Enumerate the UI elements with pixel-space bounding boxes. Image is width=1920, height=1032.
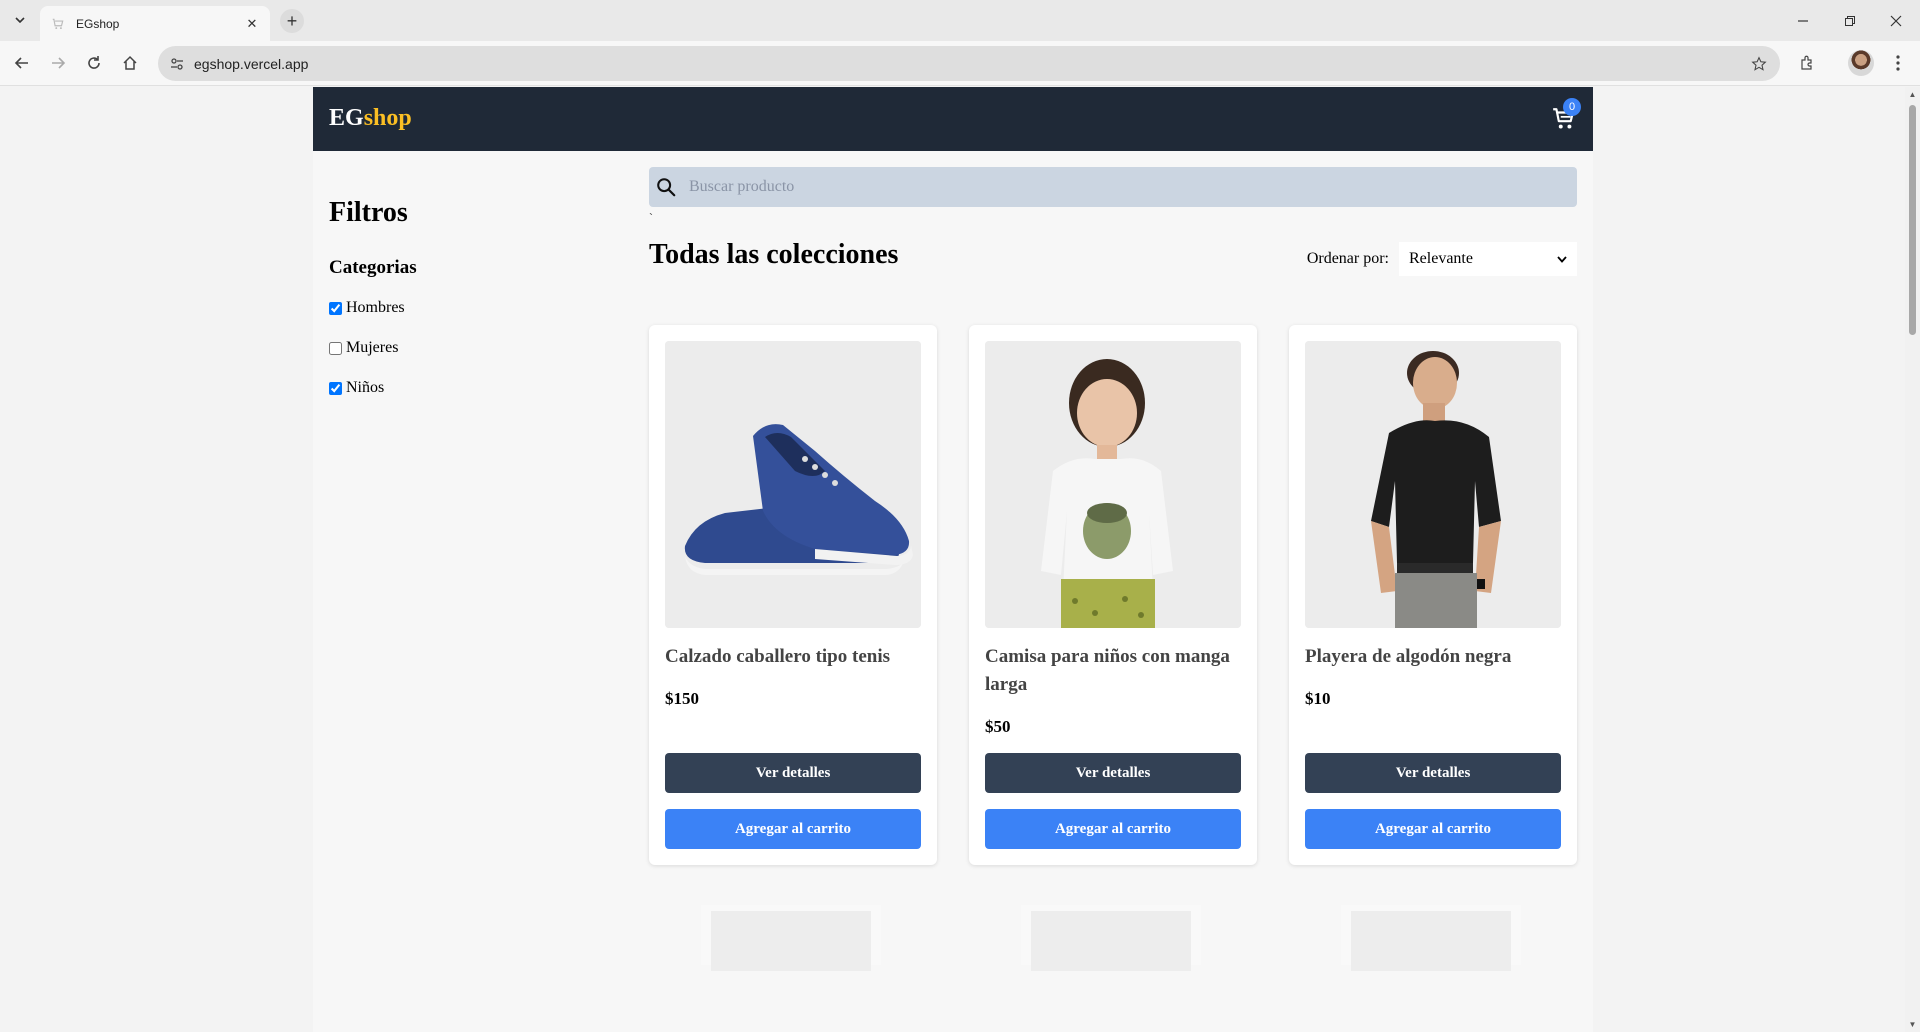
product-card: Camisa para niños con manga larga $50 Ve… bbox=[969, 325, 1257, 865]
site-container: EGshop 0 Filtros Categorias Hombres Muje… bbox=[313, 87, 1593, 1032]
categories-title: Categorias bbox=[329, 257, 417, 278]
reload-icon[interactable] bbox=[80, 49, 108, 77]
page-viewport: EGshop 0 Filtros Categorias Hombres Muje… bbox=[0, 87, 1905, 1032]
scroll-up-icon[interactable]: ▲ bbox=[1908, 90, 1917, 99]
product-card: Calzado caballero tipo tenis $150 Ver de… bbox=[649, 325, 937, 865]
site-header: EGshop 0 bbox=[313, 87, 1593, 151]
product-image-faded bbox=[1351, 911, 1511, 971]
close-window-icon[interactable] bbox=[1883, 8, 1909, 34]
filters-panel: Filtros Categorias Hombres Mujeres Niños bbox=[329, 197, 629, 401]
address-bar[interactable]: egshop.vercel.app bbox=[158, 46, 1780, 81]
home-icon[interactable] bbox=[116, 49, 144, 77]
product-image-sneakers[interactable] bbox=[665, 341, 921, 628]
product-price: $10 bbox=[1305, 689, 1331, 708]
product-card-faded bbox=[1341, 905, 1521, 971]
new-tab-button[interactable]: + bbox=[280, 9, 304, 33]
category-filter-mujeres[interactable]: Mujeres bbox=[329, 335, 629, 361]
browser-tab-bar: EGshop ✕ + bbox=[0, 0, 1920, 41]
product-price: $50 bbox=[985, 717, 1011, 736]
url-text: egshop.vercel.app bbox=[194, 55, 309, 72]
chevron-down-icon bbox=[1557, 250, 1567, 268]
product-card-faded bbox=[1021, 905, 1201, 971]
filters-title: Filtros bbox=[329, 197, 408, 228]
menu-dots-icon[interactable] bbox=[1884, 49, 1912, 77]
product-name: Calzado caballero tipo tenis bbox=[665, 646, 891, 667]
view-details-button[interactable]: Ver detalles bbox=[665, 753, 921, 793]
sort-value: Relevante bbox=[1409, 250, 1473, 267]
sort-select[interactable]: Relevante bbox=[1399, 242, 1577, 276]
product-image-black-tshirt[interactable] bbox=[1305, 341, 1561, 628]
mujeres-checkbox[interactable] bbox=[329, 341, 342, 355]
logo-part-shop: shop bbox=[363, 105, 412, 131]
minimize-icon[interactable] bbox=[1790, 8, 1816, 34]
category-label: Mujeres bbox=[346, 339, 399, 356]
forward-icon[interactable] bbox=[44, 49, 72, 77]
scroll-down-icon[interactable]: ▼ bbox=[1908, 1020, 1917, 1029]
cart-count-badge: 0 bbox=[1563, 98, 1581, 116]
product-card-faded bbox=[701, 905, 881, 971]
search-input[interactable] bbox=[689, 178, 1577, 196]
product-image-boy-shirt[interactable] bbox=[985, 341, 1241, 628]
logo-part-eg: EG bbox=[329, 105, 364, 131]
product-image-faded bbox=[711, 911, 871, 971]
extensions-icon[interactable] bbox=[1794, 49, 1822, 77]
stray-character: ` bbox=[649, 211, 653, 225]
browser-tab[interactable]: EGshop ✕ bbox=[40, 6, 270, 41]
hombres-checkbox[interactable] bbox=[329, 301, 342, 315]
category-filter-hombres[interactable]: Hombres bbox=[329, 295, 629, 321]
product-name: Playera de algodón negra bbox=[1305, 646, 1512, 667]
add-to-cart-button[interactable]: Agregar al carrito bbox=[665, 809, 921, 849]
site-logo[interactable]: EGshop bbox=[329, 105, 412, 132]
search-bar[interactable] bbox=[649, 167, 1577, 207]
scrollbar-thumb[interactable] bbox=[1909, 105, 1916, 335]
restore-icon[interactable] bbox=[1837, 8, 1863, 34]
page-scrollbar[interactable]: ▲ ▼ bbox=[1905, 87, 1920, 1032]
collection-title: Todas las colecciones bbox=[649, 239, 899, 270]
ninos-checkbox[interactable] bbox=[329, 381, 342, 395]
site-info-icon[interactable] bbox=[162, 49, 192, 79]
close-tab-icon[interactable]: ✕ bbox=[244, 16, 260, 32]
browser-toolbar: egshop.vercel.app bbox=[0, 41, 1920, 86]
view-details-button[interactable]: Ver detalles bbox=[985, 753, 1241, 793]
cart-favicon-icon bbox=[50, 16, 66, 32]
product-card: Playera de algodón negra $10 Ver detalle… bbox=[1289, 325, 1577, 865]
search-icon bbox=[653, 174, 679, 200]
product-image-faded bbox=[1031, 911, 1191, 971]
category-filter-ninos[interactable]: Niños bbox=[329, 375, 629, 401]
sort-control: Ordenar por: Relevante bbox=[1307, 242, 1577, 276]
view-details-button[interactable]: Ver detalles bbox=[1305, 753, 1561, 793]
category-label: Hombres bbox=[346, 299, 405, 316]
product-price: $150 bbox=[665, 689, 699, 708]
back-icon[interactable] bbox=[8, 49, 36, 77]
tab-search-icon[interactable] bbox=[8, 8, 32, 32]
category-label: Niños bbox=[346, 379, 385, 396]
sort-label: Ordenar por: bbox=[1306, 250, 1389, 267]
add-to-cart-button[interactable]: Agregar al carrito bbox=[985, 809, 1241, 849]
add-to-cart-button[interactable]: Agregar al carrito bbox=[1305, 809, 1561, 849]
profile-avatar[interactable] bbox=[1848, 50, 1874, 76]
product-name: Camisa para niños con manga larga bbox=[985, 646, 1230, 695]
bookmark-star-icon[interactable] bbox=[1744, 49, 1774, 79]
tab-title: EGshop bbox=[76, 16, 120, 31]
